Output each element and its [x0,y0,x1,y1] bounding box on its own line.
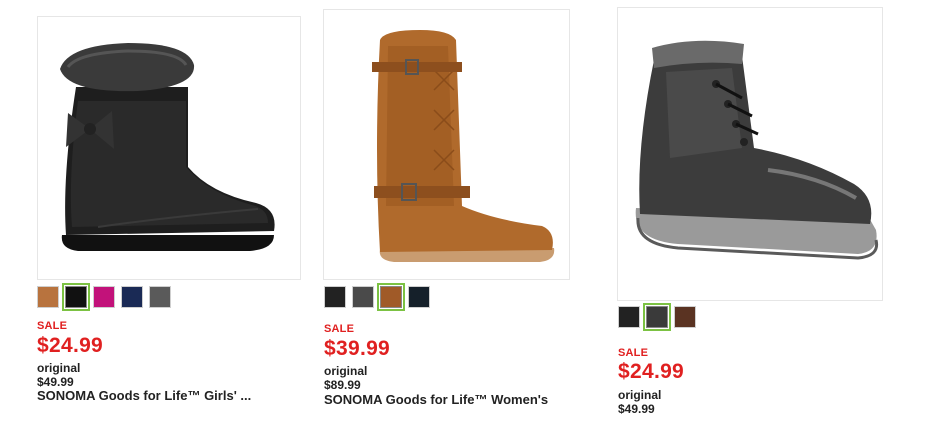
sale-label: SALE [37,320,68,332]
sale-price: $24.99 [37,334,104,357]
grey-lace-up-boot-image [635,40,879,260]
color-swatch[interactable] [93,286,115,308]
original-price: original $49.99 [618,388,662,416]
product-image-3[interactable] [617,7,883,301]
product-title-link[interactable]: SONOMA Goods for Life™ Girls' ... [37,388,251,403]
color-swatch[interactable] [324,286,346,308]
tan-tall-boot-image [372,30,555,262]
color-swatch-selected[interactable] [62,283,90,311]
black-boot-image [60,43,275,251]
color-swatch[interactable] [408,286,430,308]
sale-price: $24.99 [618,360,685,383]
color-swatch[interactable] [37,286,59,308]
color-swatch[interactable] [121,286,143,308]
sale-price: $39.99 [324,337,391,360]
sale-label: SALE [618,347,649,359]
color-swatch-selected[interactable] [643,303,671,331]
color-swatch[interactable] [149,286,171,308]
sale-label: SALE [324,323,355,335]
original-price: original $49.99 [37,361,81,389]
color-swatch[interactable] [674,306,696,328]
color-swatch-selected[interactable] [377,283,405,311]
product-image-2[interactable] [323,9,570,280]
product-title-link[interactable]: SONOMA Goods for Life™ Women's [324,392,548,407]
product-image-1[interactable] [37,16,301,280]
color-swatch[interactable] [352,286,374,308]
original-price: original $89.99 [324,364,368,392]
color-swatch[interactable] [618,306,640,328]
